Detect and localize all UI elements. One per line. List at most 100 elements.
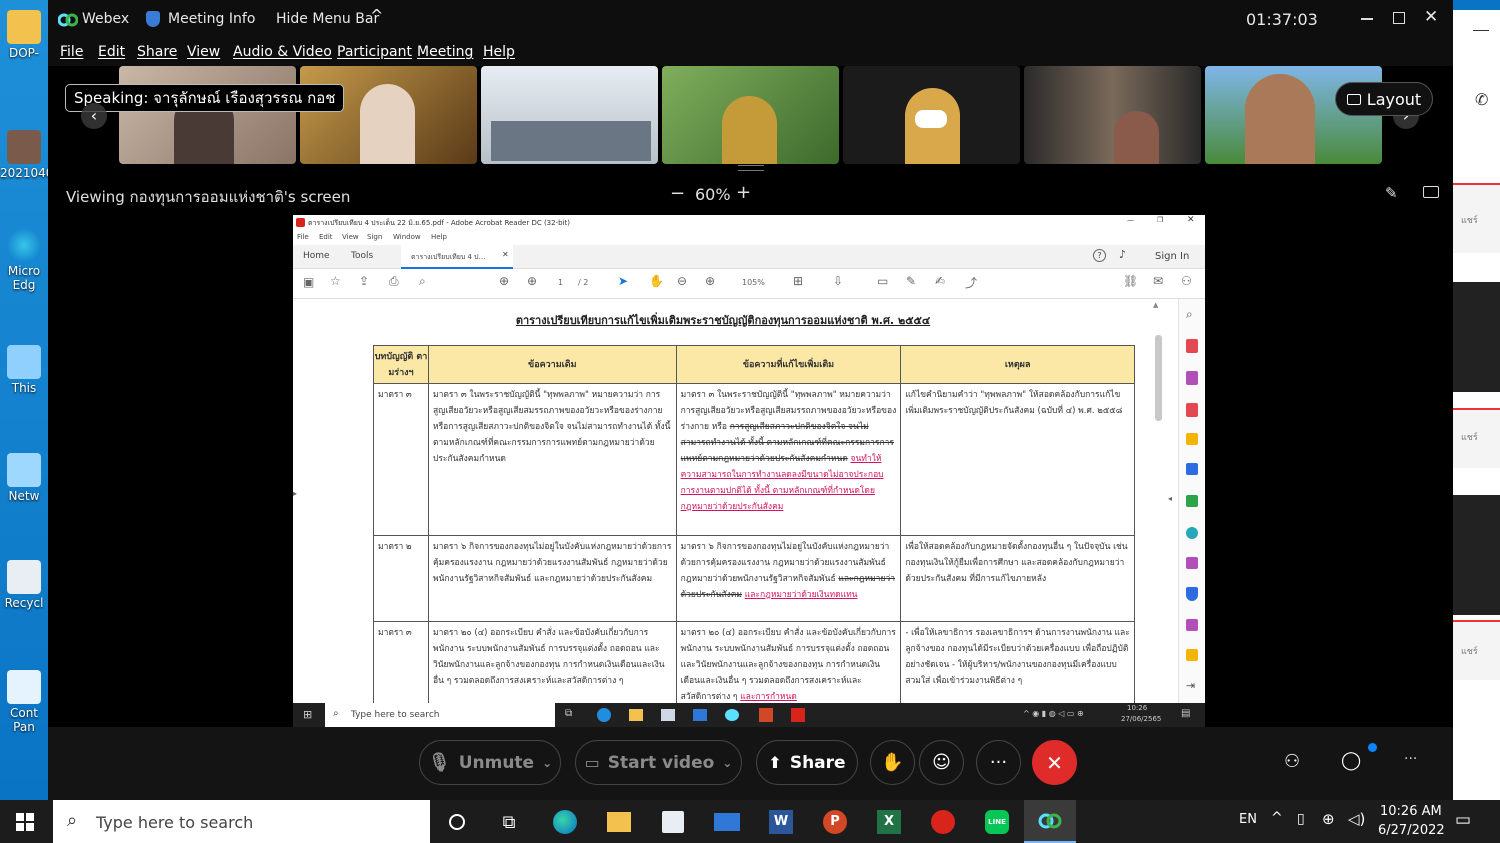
- chevron-up-icon[interactable]: ^: [1271, 810, 1283, 826]
- page-up-icon[interactable]: ⊕: [499, 274, 509, 288]
- create-pdf-icon[interactable]: [1186, 403, 1198, 417]
- collapse-right-icon[interactable]: ◂: [1168, 494, 1172, 503]
- hand-icon[interactable]: ✋: [649, 274, 664, 288]
- task-view-icon[interactable]: ⧉: [565, 708, 572, 719]
- page-down-icon[interactable]: ⊕: [527, 274, 537, 288]
- more-panel-icon[interactable]: ···: [1404, 751, 1417, 767]
- print-icon[interactable]: ⎙: [389, 274, 399, 289]
- page-number-input[interactable]: 1: [558, 278, 563, 287]
- chat-icon[interactable]: ◯: [1341, 750, 1361, 771]
- chevron-down-icon[interactable]: ⌄: [722, 756, 732, 770]
- tab-home[interactable]: Home: [303, 251, 330, 261]
- cortana-button[interactable]: [440, 806, 474, 838]
- menu-participant[interactable]: Participant: [337, 44, 412, 60]
- taskbar-app-red[interactable]: [926, 806, 960, 838]
- taskbar-powerpoint[interactable]: P: [818, 806, 852, 838]
- scroll-thumb[interactable]: [1155, 335, 1162, 421]
- edit-icon[interactable]: [1186, 619, 1198, 631]
- participant-video-3[interactable]: [481, 66, 658, 164]
- pdf-scrollbar[interactable]: ▲ ◂: [1153, 299, 1178, 703]
- close-icon[interactable]: ✕: [1424, 7, 1438, 27]
- close-icon[interactable]: ✕: [1187, 215, 1195, 225]
- taskbar-word[interactable]: W: [764, 806, 798, 838]
- desktop-icon-recycle[interactable]: Recycl: [0, 560, 48, 610]
- chevron-down-icon[interactable]: ⌄: [542, 756, 552, 770]
- zoom-out-button[interactable]: −: [670, 183, 685, 204]
- menu-audio-video[interactable]: Audio & Video: [233, 44, 332, 60]
- screen-options-icon[interactable]: [1423, 186, 1439, 198]
- export-pdf-icon[interactable]: [1186, 339, 1198, 353]
- maximize-icon[interactable]: ❐: [1157, 216, 1163, 224]
- taskbar-clock[interactable]: 10:26 AM: [1380, 804, 1442, 819]
- task-view-button[interactable]: ⧉: [492, 806, 526, 838]
- tray-icons[interactable]: ^ ◉ ▮ ◍ ◁ ▭ ⊕: [1023, 709, 1084, 718]
- desktop-icon-this-pc[interactable]: This: [0, 345, 48, 395]
- comment-tool-icon[interactable]: [1186, 433, 1198, 445]
- participant-video-5[interactable]: [843, 66, 1020, 164]
- participant-video-6[interactable]: [1024, 66, 1201, 164]
- webex-icon[interactable]: [725, 709, 739, 721]
- export-excel-icon[interactable]: [1186, 495, 1198, 507]
- close-tab-icon[interactable]: ✕: [502, 250, 509, 259]
- participant-video-2[interactable]: [300, 66, 477, 164]
- sign-icon[interactable]: ✍: [935, 274, 945, 288]
- help-icon[interactable]: ?: [1093, 249, 1106, 262]
- user-share-icon[interactable]: ⚇: [1181, 274, 1192, 288]
- hide-menu-bar-button[interactable]: Hide Menu Bar: [276, 11, 379, 27]
- scroll-mode-icon[interactable]: ⇩: [833, 274, 843, 288]
- share-tool-icon[interactable]: ⤴: [965, 274, 977, 291]
- minimize-icon[interactable]: [1473, 30, 1489, 31]
- zoom-in-icon[interactable]: ⊕: [705, 274, 715, 288]
- tab-document[interactable]: ตารางเปรียบเทียบ 4 ป... ✕: [401, 245, 513, 269]
- inner-search-box[interactable]: ⌕ Type here to search: [325, 703, 555, 727]
- notification-center-icon[interactable]: ▭: [1455, 810, 1471, 830]
- menu-share[interactable]: Share: [137, 44, 177, 60]
- store-icon[interactable]: [661, 709, 675, 721]
- expand-icon[interactable]: ⇥: [1186, 679, 1195, 692]
- powerpoint-icon[interactable]: [759, 708, 773, 722]
- windows-start-button[interactable]: [8, 806, 42, 838]
- acro-menu-edit[interactable]: Edit: [319, 233, 333, 241]
- tab-tools[interactable]: Tools: [351, 251, 373, 261]
- annotate-icon[interactable]: ✎: [1385, 184, 1398, 202]
- unmute-button[interactable]: 🎙︎ Unmute ⌄: [419, 740, 561, 785]
- volume-icon[interactable]: ◁): [1348, 810, 1365, 828]
- taskbar-search-box[interactable]: ⌕ Type here to search: [53, 800, 430, 843]
- organize-icon[interactable]: [1186, 371, 1198, 385]
- highlight-icon[interactable]: ✎: [906, 274, 916, 288]
- select-cursor-icon[interactable]: ➤: [618, 274, 628, 288]
- protect-icon[interactable]: [1186, 587, 1198, 601]
- send-icon[interactable]: [1186, 463, 1198, 475]
- participant-video-1[interactable]: [119, 66, 296, 164]
- desktop-icon-control-panel[interactable]: Cont Pan: [0, 670, 48, 734]
- zoom-in-button[interactable]: +: [736, 182, 751, 203]
- share-button[interactable]: ⬆ Share: [756, 740, 858, 785]
- layout-button[interactable]: Layout: [1335, 82, 1433, 116]
- menu-file[interactable]: File: [60, 44, 83, 60]
- comment-icon[interactable]: ▭: [877, 274, 888, 288]
- more-options-button[interactable]: ···: [976, 740, 1021, 785]
- phone-icon[interactable]: ✆: [1475, 90, 1488, 109]
- globe-icon[interactable]: ⊕: [1322, 810, 1335, 828]
- meeting-info-button[interactable]: Meeting Info: [168, 11, 255, 27]
- taskbar-excel[interactable]: X: [872, 806, 906, 838]
- participant-video-4[interactable]: [662, 66, 839, 164]
- acro-menu-sign[interactable]: Sign: [367, 233, 382, 241]
- maximize-icon[interactable]: [1393, 12, 1405, 24]
- menu-edit[interactable]: Edit: [98, 44, 125, 60]
- start-video-button[interactable]: ▭ Start video ⌄: [575, 740, 742, 785]
- stamp-icon[interactable]: [1186, 649, 1198, 661]
- zoom-dropdown[interactable]: 105%: [742, 278, 765, 287]
- device-icon[interactable]: ▯: [1297, 811, 1305, 827]
- acrobat-icon[interactable]: [791, 708, 805, 722]
- taskbar-line[interactable]: LINE: [980, 806, 1014, 838]
- windows-start-icon[interactable]: ⊞: [303, 708, 312, 721]
- raise-hand-button[interactable]: ✋: [870, 740, 915, 785]
- bell-icon[interactable]: ♪: [1119, 248, 1126, 261]
- participants-icon[interactable]: ⚇: [1284, 751, 1300, 772]
- chevron-left-icon[interactable]: ‹: [81, 103, 107, 129]
- collapse-left-icon[interactable]: ▸: [293, 489, 297, 498]
- desktop-icon-edge[interactable]: Micro Edg: [0, 228, 48, 292]
- taskbar-webex-active[interactable]: [1024, 800, 1076, 843]
- language-indicator[interactable]: EN: [1239, 812, 1257, 827]
